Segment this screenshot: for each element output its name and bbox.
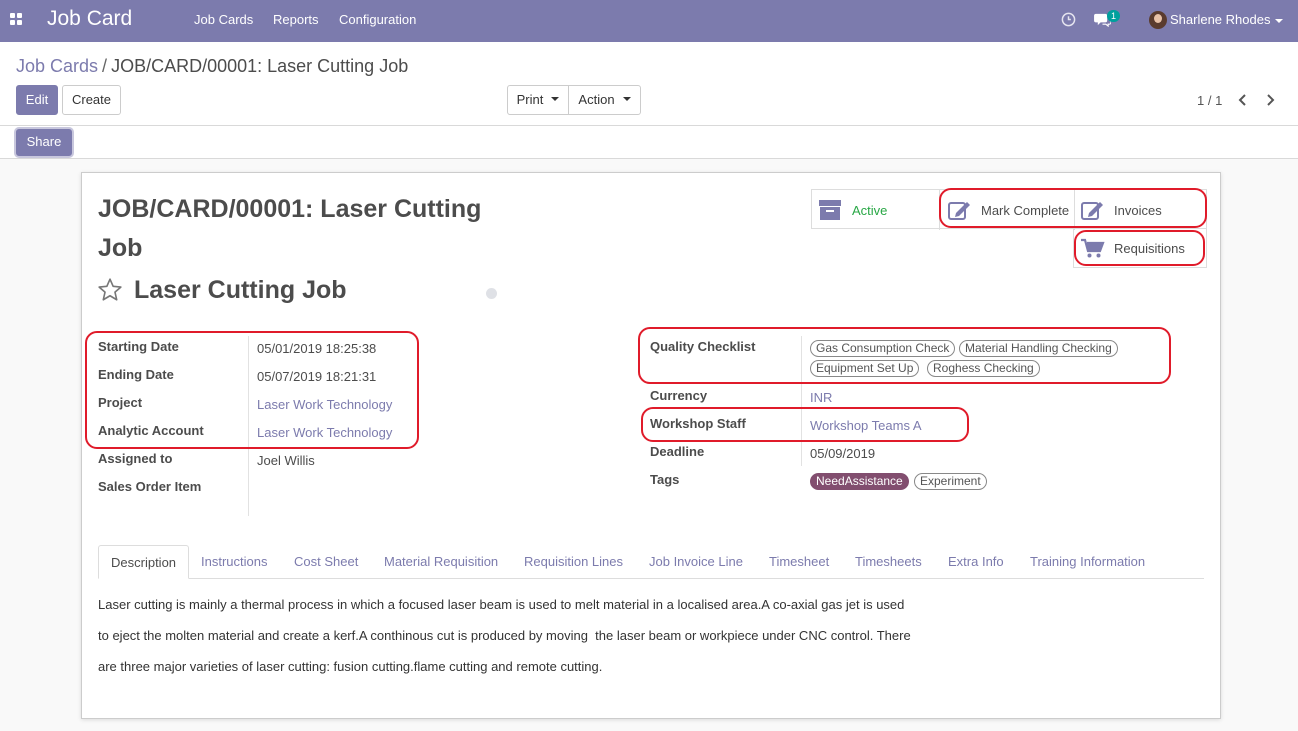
assigned-to-value: Joel Willis <box>257 453 315 468</box>
kanban-state-dot[interactable] <box>486 288 497 299</box>
action-dropdown[interactable]: Action <box>568 85 641 115</box>
ending-date-label: Ending Date <box>98 367 174 382</box>
assigned-to-label: Assigned to <box>98 451 173 466</box>
divider <box>0 125 1298 126</box>
mark-complete-button[interactable]: Mark Complete <box>947 190 1075 230</box>
breadcrumb-current: JOB/CARD/00001: Laser Cutting Job <box>111 56 409 76</box>
chevron-left-icon[interactable] <box>1237 93 1249 107</box>
notebook-tabs: Description Instructions Cost Sheet Mate… <box>98 545 1204 579</box>
description-line: Laser cutting is mainly a thermal proces… <box>98 597 905 612</box>
tab-job-invoice-line[interactable]: Job Invoice Line <box>649 545 743 579</box>
tab-timesheets[interactable]: Timesheets <box>855 545 922 579</box>
menu-reports[interactable]: Reports <box>273 12 319 27</box>
tag-experiment[interactable]: Experiment <box>914 473 987 490</box>
project-link[interactable]: Laser Work Technology <box>257 397 392 412</box>
tab-timesheet[interactable]: Timesheet <box>769 545 829 579</box>
control-panel: Job Cards / JOB/CARD/00001: Laser Cutting … <box>0 42 1298 159</box>
pager-value[interactable]: 1 / 1 <box>1197 93 1222 108</box>
tab-extra-info[interactable]: Extra Info <box>948 545 1004 579</box>
divider <box>248 336 249 516</box>
caret-down-icon <box>551 97 560 102</box>
record-name: Laser Cutting Job <box>134 276 347 304</box>
smart-buttons-row2: Requisitions <box>1073 228 1207 268</box>
record-title: JOB/CARD/00001: Laser Cutting Job <box>98 195 482 262</box>
messages-badge: 1 <box>1107 10 1121 22</box>
analytic-account-link[interactable]: Laser Work Technology <box>257 425 392 440</box>
print-label: Print <box>516 92 544 107</box>
starting-date-label: Starting Date <box>98 339 179 354</box>
tag-roghess-checking[interactable]: Roghess Checking <box>927 360 1040 377</box>
cart-icon <box>1081 238 1105 258</box>
analytic-account-label: Analytic Account <box>98 423 204 438</box>
share-button[interactable]: Share <box>16 129 72 156</box>
description-line: are three major varieties of laser cutti… <box>98 659 603 674</box>
user-menu[interactable]: Sharlene Rhodes <box>1170 12 1284 27</box>
top-navbar: Job Card Job Cards Reports Configuration… <box>0 0 1298 42</box>
tab-cost-sheet[interactable]: Cost Sheet <box>294 545 358 579</box>
archive-icon <box>819 200 841 220</box>
chevron-right-icon[interactable] <box>1264 93 1276 107</box>
tag-need-assistance[interactable]: NeedAssistance <box>810 473 909 490</box>
create-button[interactable]: Create <box>62 85 121 115</box>
breadcrumb: Job Cards / JOB/CARD/00001: Laser Cutting … <box>16 56 408 77</box>
invoices-button[interactable]: Invoices <box>1080 190 1205 230</box>
active-label: Active <box>852 202 888 218</box>
project-label: Project <box>98 395 143 410</box>
app-brand[interactable]: Job Card <box>47 7 132 31</box>
tag-equipment-set-up[interactable]: Equipment Set Up <box>810 360 920 377</box>
currency-link[interactable]: INR <box>810 390 832 405</box>
breadcrumb-separator: / <box>102 56 108 76</box>
divider <box>1074 190 1075 230</box>
tags-label: Tags <box>650 472 680 487</box>
tag-material-handling-checking[interactable]: Material Handling Checking <box>959 340 1118 357</box>
requisitions-label: Requisitions <box>1114 240 1185 256</box>
star-icon[interactable] <box>97 277 123 303</box>
description-line: to eject the molten material and create … <box>98 628 911 643</box>
smart-buttons-box: Active Mark Complete Invoices <box>811 189 1207 230</box>
action-label: Action <box>578 92 615 107</box>
workshop-staff-link[interactable]: Workshop Teams A <box>810 418 922 433</box>
requisitions-button[interactable]: Requisitions <box>1080 228 1205 268</box>
edit-icon <box>948 202 970 220</box>
apps-icon[interactable] <box>10 13 24 27</box>
chevron-down-icon <box>1275 18 1284 23</box>
divider <box>939 190 940 230</box>
print-dropdown[interactable]: Print <box>507 85 569 115</box>
form-sheet: JOB/CARD/00001: Laser Cutting Job Laser … <box>81 172 1221 719</box>
clock-icon[interactable] <box>1061 12 1076 27</box>
tab-description[interactable]: Description <box>98 545 190 579</box>
menu-configuration[interactable]: Configuration <box>339 12 416 27</box>
deadline-value: 05/09/2019 <box>810 446 876 461</box>
tag-gas-consumption-check[interactable]: Gas Consumption Check <box>810 340 956 357</box>
caret-down-icon <box>622 97 631 102</box>
edit-icon <box>1081 202 1103 220</box>
user-name: Sharlene Rhodes <box>1170 12 1271 27</box>
tab-training-information[interactable]: Training Information <box>1030 545 1145 579</box>
sales-order-item-label: Sales Order Item <box>98 479 202 494</box>
breadcrumb-parent[interactable]: Job Cards <box>16 56 98 76</box>
tab-requisition-lines[interactable]: Requisition Lines <box>524 545 623 579</box>
edit-button[interactable]: Edit <box>16 85 58 115</box>
invoices-label: Invoices <box>1114 202 1162 218</box>
currency-label: Currency <box>650 388 708 403</box>
active-toggle-button[interactable]: Active <box>818 190 938 230</box>
workshop-staff-label: Workshop Staff <box>650 416 746 431</box>
divider <box>801 336 802 466</box>
ending-date-value: 05/07/2019 18:21:31 <box>257 369 377 384</box>
starting-date-value: 05/01/2019 18:25:38 <box>257 341 377 356</box>
mark-complete-label: Mark Complete <box>981 202 1070 218</box>
menu-job-cards[interactable]: Job Cards <box>194 12 253 27</box>
tab-material-requisition[interactable]: Material Requisition <box>384 545 498 579</box>
avatar[interactable] <box>1149 11 1167 29</box>
quality-checklist-label: Quality Checklist <box>650 339 756 354</box>
tab-instructions[interactable]: Instructions <box>201 545 267 579</box>
deadline-label: Deadline <box>650 444 705 459</box>
